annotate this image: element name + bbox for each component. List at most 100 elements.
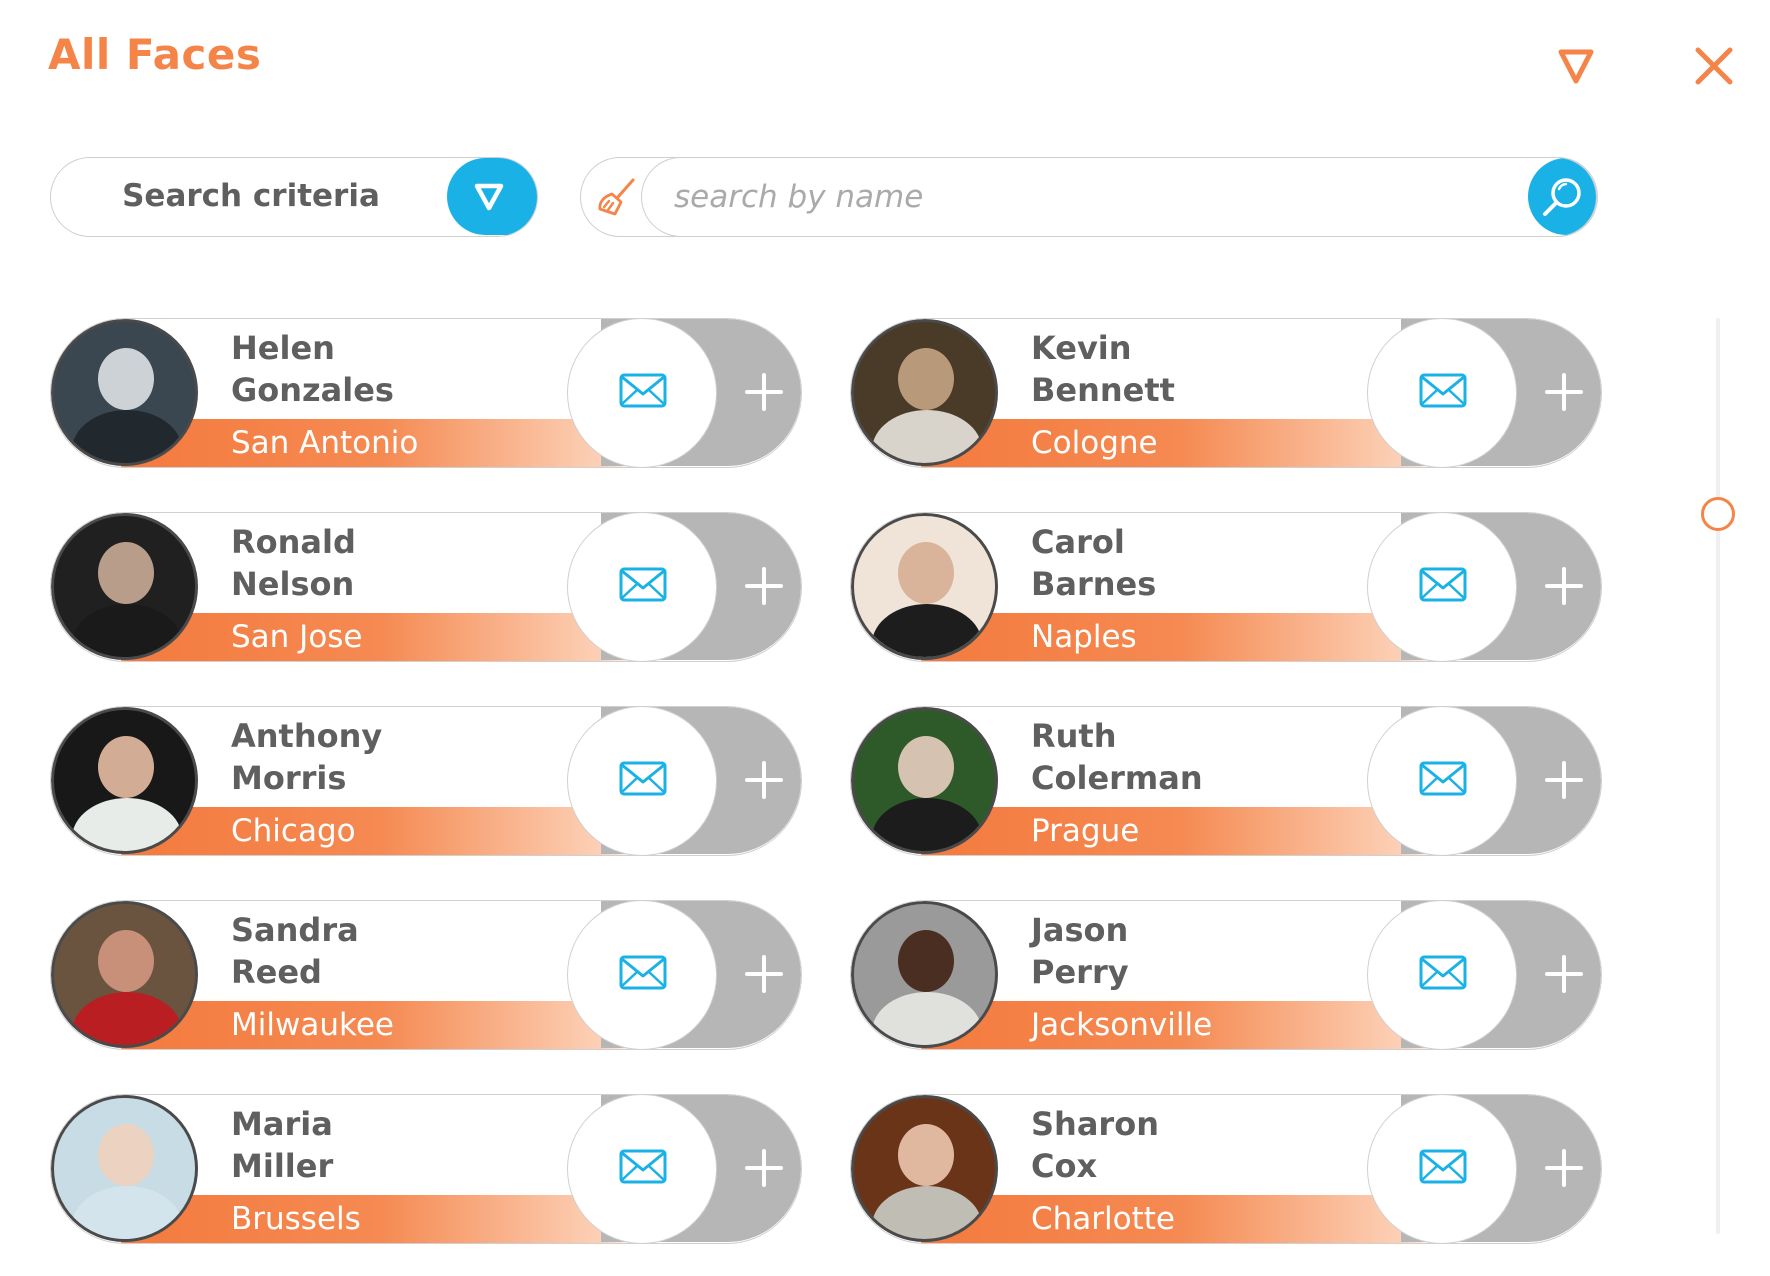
broom-icon[interactable] bbox=[595, 176, 639, 220]
person-name[interactable]: Jason Perry bbox=[1031, 909, 1129, 993]
message-button[interactable] bbox=[1367, 707, 1517, 855]
city-band bbox=[921, 807, 1441, 855]
scrollbar-thumb[interactable] bbox=[1701, 497, 1735, 531]
last-name: Barnes bbox=[1031, 565, 1157, 603]
plus-icon bbox=[745, 567, 783, 605]
envelope-icon bbox=[1419, 373, 1467, 408]
avatar[interactable] bbox=[51, 319, 198, 466]
city-label: Cologne bbox=[1031, 425, 1158, 461]
message-button[interactable] bbox=[1367, 319, 1517, 467]
city-label: Naples bbox=[1031, 619, 1137, 655]
last-name: Perry bbox=[1031, 953, 1129, 991]
person-name[interactable]: Sharon Cox bbox=[1031, 1103, 1159, 1187]
last-name: Colerman bbox=[1031, 759, 1203, 797]
envelope-icon bbox=[1419, 1149, 1467, 1184]
message-button[interactable] bbox=[1367, 901, 1517, 1049]
last-name: Gonzales bbox=[231, 371, 394, 409]
person-name[interactable]: Anthony Morris bbox=[231, 715, 382, 799]
last-name: Miller bbox=[231, 1147, 334, 1185]
person-name[interactable]: Ronald Nelson bbox=[231, 521, 356, 605]
search-criteria-toggle[interactable] bbox=[447, 158, 537, 235]
plus-icon bbox=[745, 1149, 783, 1187]
first-name: Sandra bbox=[231, 911, 359, 949]
first-name: Kevin bbox=[1031, 329, 1132, 367]
envelope-icon bbox=[1419, 955, 1467, 990]
envelope-icon bbox=[619, 1149, 667, 1184]
last-name: Cox bbox=[1031, 1147, 1098, 1185]
person-name[interactable]: Ruth Colerman bbox=[1031, 715, 1203, 799]
avatar[interactable] bbox=[51, 513, 198, 660]
city-label: San Jose bbox=[231, 619, 363, 655]
city-band bbox=[121, 613, 641, 661]
last-name: Reed bbox=[231, 953, 322, 991]
last-name: Nelson bbox=[231, 565, 355, 603]
message-button[interactable] bbox=[567, 319, 717, 467]
first-name: Ruth bbox=[1031, 717, 1117, 755]
search-field bbox=[641, 156, 1597, 237]
avatar[interactable] bbox=[851, 901, 998, 1048]
search-button[interactable] bbox=[1528, 157, 1596, 235]
avatar[interactable] bbox=[851, 513, 998, 660]
person-name[interactable]: Kevin Bennett bbox=[1031, 327, 1175, 411]
city-band bbox=[121, 1195, 641, 1243]
message-button[interactable] bbox=[567, 901, 717, 1049]
city-label: Prague bbox=[1031, 813, 1140, 849]
first-name: Anthony bbox=[231, 717, 383, 755]
search-criteria-label: Search criteria bbox=[122, 178, 380, 214]
filter-triangle-icon[interactable] bbox=[1556, 46, 1596, 86]
profile-card[interactable]: Kevin Bennett Cologne bbox=[850, 318, 1602, 468]
person-name[interactable]: Sandra Reed bbox=[231, 909, 359, 993]
search-bar bbox=[580, 156, 1598, 237]
first-name: Jason bbox=[1031, 911, 1129, 949]
avatar[interactable] bbox=[851, 319, 998, 466]
plus-icon bbox=[1545, 567, 1583, 605]
city-label: Charlotte bbox=[1031, 1201, 1175, 1237]
message-button[interactable] bbox=[567, 513, 717, 661]
avatar[interactable] bbox=[51, 901, 198, 1048]
first-name: Ronald bbox=[231, 523, 356, 561]
plus-icon bbox=[1545, 373, 1583, 411]
profile-card[interactable]: Jason Perry Jacksonville bbox=[850, 900, 1602, 1050]
close-icon[interactable] bbox=[1692, 44, 1736, 88]
plus-icon bbox=[1545, 1149, 1583, 1187]
message-button[interactable] bbox=[1367, 1095, 1517, 1243]
plus-icon bbox=[745, 761, 783, 799]
last-name: Morris bbox=[231, 759, 347, 797]
profile-card[interactable]: Anthony Morris Chicago bbox=[50, 706, 802, 856]
profile-card[interactable]: Helen Gonzales San Antonio bbox=[50, 318, 802, 468]
envelope-icon bbox=[1419, 567, 1467, 602]
profile-card[interactable]: Ronald Nelson San Jose bbox=[50, 512, 802, 662]
city-label: San Antonio bbox=[231, 425, 419, 461]
profile-card[interactable]: Sharon Cox Charlotte bbox=[850, 1094, 1602, 1244]
city-label: Jacksonville bbox=[1031, 1007, 1213, 1043]
envelope-icon bbox=[619, 373, 667, 408]
profile-card[interactable]: Carol Barnes Naples bbox=[850, 512, 1602, 662]
city-band bbox=[121, 807, 641, 855]
city-band bbox=[921, 613, 1441, 661]
envelope-icon bbox=[1419, 761, 1467, 796]
message-button[interactable] bbox=[567, 1095, 717, 1243]
faces-grid: Helen Gonzales San Antonio Kevin Bennett… bbox=[50, 318, 1602, 1244]
profile-card[interactable]: Maria Miller Brussels bbox=[50, 1094, 802, 1244]
avatar[interactable] bbox=[851, 707, 998, 854]
plus-icon bbox=[745, 955, 783, 993]
person-name[interactable]: Helen Gonzales bbox=[231, 327, 394, 411]
scrollbar-track[interactable] bbox=[1716, 318, 1720, 1234]
avatar[interactable] bbox=[851, 1095, 998, 1242]
message-button[interactable] bbox=[567, 707, 717, 855]
search-icon bbox=[1543, 177, 1581, 216]
envelope-icon bbox=[619, 955, 667, 990]
city-band bbox=[921, 1195, 1441, 1243]
city-label: Chicago bbox=[231, 813, 356, 849]
message-button[interactable] bbox=[1367, 513, 1517, 661]
avatar[interactable] bbox=[51, 1095, 198, 1242]
profile-card[interactable]: Ruth Colerman Prague bbox=[850, 706, 1602, 856]
person-name[interactable]: Carol Barnes bbox=[1031, 521, 1156, 605]
search-criteria-dropdown[interactable]: Search criteria bbox=[50, 157, 538, 237]
last-name: Bennett bbox=[1031, 371, 1175, 409]
city-band bbox=[921, 419, 1441, 467]
avatar[interactable] bbox=[51, 707, 198, 854]
profile-card[interactable]: Sandra Reed Milwaukee bbox=[50, 900, 802, 1050]
search-input[interactable] bbox=[672, 157, 1456, 236]
person-name[interactable]: Maria Miller bbox=[231, 1103, 333, 1187]
